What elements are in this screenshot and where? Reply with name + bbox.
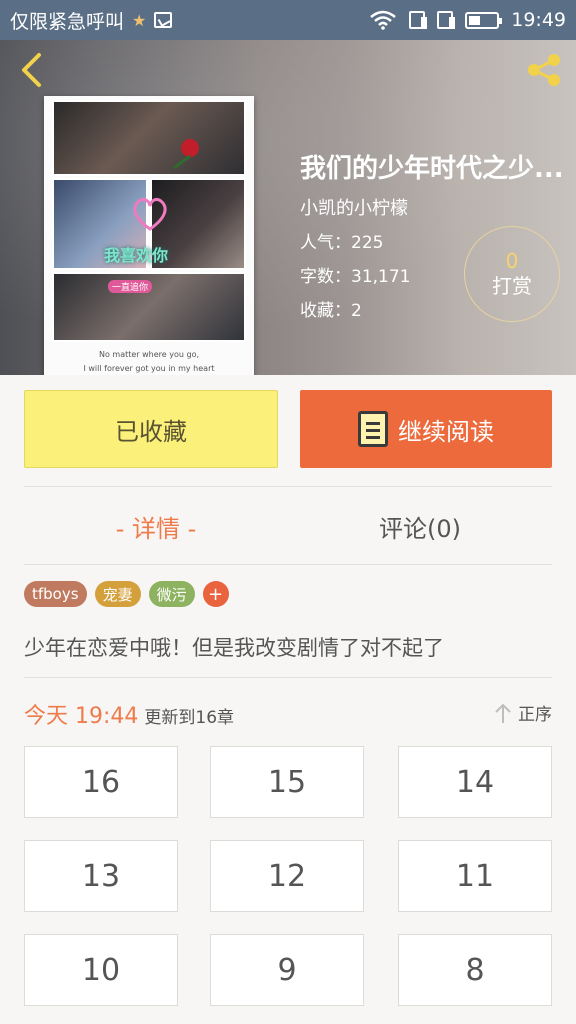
cover-caption-line-1: No matter where you go, <box>98 350 199 359</box>
sim2-icon <box>437 11 456 29</box>
image-icon <box>154 12 173 28</box>
divider <box>24 564 552 565</box>
battery-icon <box>465 11 503 29</box>
update-time: 今天 19:44 <box>24 704 139 729</box>
cover-panel-top <box>52 100 246 176</box>
tab-details[interactable]: - 详情 - <box>24 500 288 552</box>
popularity-value: 225 <box>351 233 384 253</box>
chapter-button-12[interactable]: 12 <box>210 840 364 912</box>
wifi-icon <box>370 10 397 30</box>
chapter-button-15[interactable]: 15 <box>210 746 364 818</box>
share-button[interactable] <box>524 50 564 90</box>
reward-count: 0 <box>505 249 519 273</box>
chevron-left-icon <box>22 53 41 87</box>
book-title: 我们的少年时代之少... <box>300 154 564 184</box>
back-button[interactable] <box>16 52 46 88</box>
favorite-button[interactable]: 已收藏 <box>24 390 278 468</box>
favorites-value: 2 <box>351 301 362 321</box>
cover-caption: No matter where you go, I will forever g… <box>44 348 254 375</box>
reward-label: 打赏 <box>492 274 532 298</box>
word-count-value: 31,171 <box>351 267 411 287</box>
sim1-icon <box>409 11 428 29</box>
chapter-button-9[interactable]: 9 <box>210 934 364 1006</box>
book-icon <box>358 411 388 447</box>
divider <box>24 486 552 487</box>
favorites-label: 收藏： <box>300 301 351 321</box>
popularity-row: 人气：225 <box>300 228 383 253</box>
popularity-label: 人气： <box>300 233 351 253</box>
cover-caption-line-2: I will forever got you in my heart <box>83 364 215 373</box>
divider <box>24 677 552 678</box>
sort-toggle[interactable]: 正序 <box>494 700 552 725</box>
book-cover[interactable]: 我喜欢你 一直追你 No matter where you go, I will… <box>44 96 254 375</box>
cover-tag: 一直追你 <box>108 280 153 293</box>
word-count-label: 字数： <box>300 267 351 287</box>
sort-label: 正序 <box>518 705 552 725</box>
rose-icon <box>173 139 199 170</box>
chapter-button-11[interactable]: 11 <box>398 840 552 912</box>
word-count-row: 字数：31,171 <box>300 262 410 287</box>
tag-chongqi[interactable]: 宠妻 <box>94 581 141 607</box>
tab-comments[interactable]: 评论(0) <box>288 500 552 552</box>
book-description: 少年在恋爱中哦！但是我改变剧情了对不起了 <box>24 636 444 660</box>
tag-weiwu[interactable]: 微污 <box>148 581 195 607</box>
chapter-button-13[interactable]: 13 <box>24 840 178 912</box>
share-icon <box>528 54 560 86</box>
arrow-up-icon <box>495 703 511 723</box>
status-right: 19:49 <box>369 9 566 31</box>
status-left: 仅限紧急呼叫 ★ <box>10 7 369 34</box>
book-author[interactable]: 小凯的小柠檬 <box>300 194 408 220</box>
heart-icon <box>133 197 167 231</box>
chapter-button-16[interactable]: 16 <box>24 746 178 818</box>
reward-button[interactable]: 0 打赏 <box>464 226 560 322</box>
book-header: 我喜欢你 一直追你 No matter where you go, I will… <box>0 40 576 375</box>
status-bar: 仅限紧急呼叫 ★ 19:49 <box>0 0 576 40</box>
cover-text: 我喜欢你 <box>104 246 169 265</box>
carrier-text: 仅限紧急呼叫 <box>10 10 125 33</box>
favorite-label: 已收藏 <box>115 417 187 446</box>
star-icon: ★ <box>132 10 147 30</box>
continue-reading-label: 继续阅读 <box>398 417 494 446</box>
chapter-button-10[interactable]: 10 <box>24 934 178 1006</box>
tag-list: tfboys 宠妻 微污 + <box>24 581 229 607</box>
update-info: 今天 19:44 更新到16章 <box>24 698 234 730</box>
clock: 19:49 <box>511 9 566 31</box>
chapter-button-14[interactable]: 14 <box>398 746 552 818</box>
continue-reading-button[interactable]: 继续阅读 <box>300 390 552 468</box>
chapter-button-8[interactable]: 8 <box>398 934 552 1006</box>
tag-tfboys[interactable]: tfboys <box>24 581 87 607</box>
add-tag-button[interactable]: + <box>202 581 229 607</box>
update-text: 更新到16章 <box>144 708 235 728</box>
favorites-row: 收藏：2 <box>300 296 362 321</box>
